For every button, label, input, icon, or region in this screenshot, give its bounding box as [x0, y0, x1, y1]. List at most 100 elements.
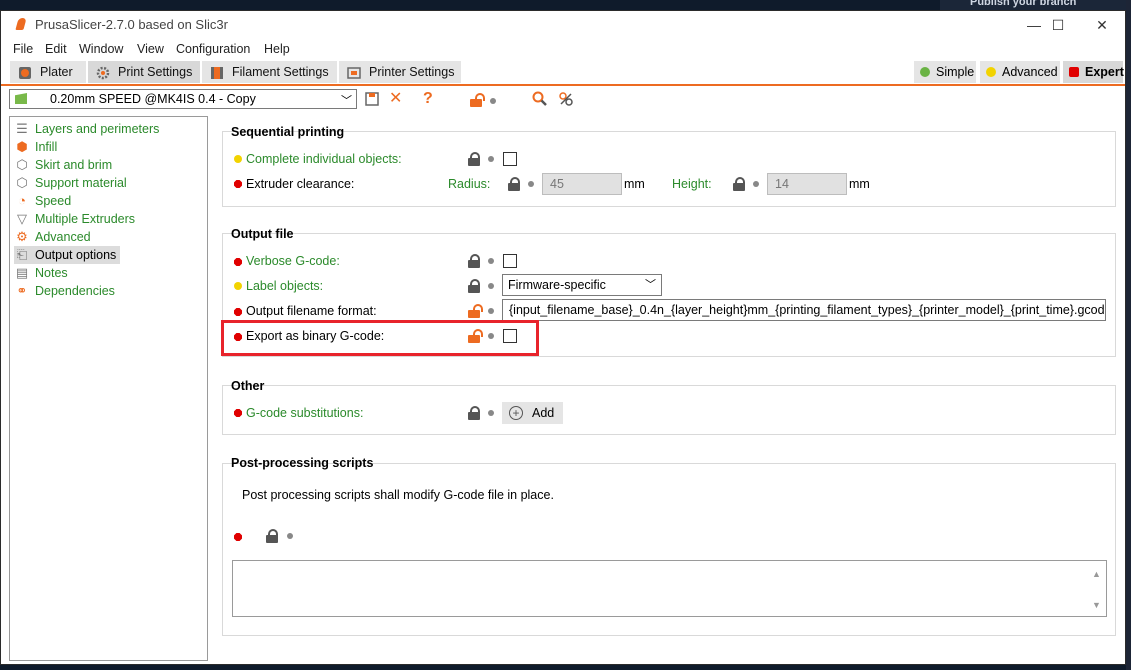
menu-window[interactable]: Window	[79, 42, 123, 56]
default-dot-icon	[488, 156, 494, 162]
sidebar-item-layers[interactable]: ☰ Layers and perimeters	[14, 120, 159, 138]
group-title-output: Output file	[231, 227, 294, 241]
filename-format-input[interactable]: {input_filename_base}_0.4n_{layer_height…	[502, 299, 1106, 321]
label-objects-value: Firmware-specific	[508, 278, 606, 292]
lock-icon[interactable]	[468, 152, 480, 166]
expert-bullet-icon	[234, 533, 242, 541]
tab-bar: Plater Print Settings Filament Settings …	[1, 59, 1125, 86]
preset-name: 0.20mm SPEED @MK4IS 0.4 - Copy	[50, 92, 256, 106]
sidebar-item-label: Multiple Extruders	[35, 212, 136, 226]
save-preset-button[interactable]	[365, 89, 379, 112]
lock-icon[interactable]	[266, 529, 278, 543]
expert-bullet-icon	[234, 258, 242, 266]
group-sequential-printing	[222, 131, 1116, 207]
sidebar-item-label: Advanced	[35, 230, 91, 244]
search-button[interactable]	[532, 89, 548, 113]
height-input[interactable]: 14	[767, 173, 847, 195]
sidebar-item-notes[interactable]: ▤ Notes	[14, 264, 68, 282]
lock-icon[interactable]	[468, 254, 480, 268]
add-substitution-button[interactable]: + Add	[502, 402, 563, 424]
default-dot-icon	[488, 410, 494, 416]
menu-edit[interactable]: Edit	[45, 42, 67, 56]
preset-flag-icon	[15, 93, 27, 104]
dependencies-icon: ⚭	[16, 283, 28, 298]
app-window: PrusaSlicer-2.7.0 based on Slic3r — ☐ ✕ …	[0, 10, 1126, 665]
help-button[interactable]: ?	[423, 89, 433, 109]
mode-simple-button[interactable]: Simple	[914, 61, 976, 83]
unlocked-icon[interactable]	[468, 304, 483, 318]
tab-filament-settings-label: Filament Settings	[232, 65, 329, 79]
compare-presets-button[interactable]	[558, 89, 574, 113]
height-label: Height:	[672, 177, 712, 191]
sidebar-item-support[interactable]: ⬡ Support material	[14, 174, 127, 192]
expert-bullet-icon	[234, 308, 242, 316]
mode-advanced-button[interactable]: Advanced	[980, 61, 1060, 83]
chevron-down-icon: ﹀	[645, 279, 656, 291]
scroll-down-icon[interactable]: ▼	[1092, 600, 1101, 610]
expert-dot-icon	[1069, 67, 1079, 77]
lock-icon[interactable]	[508, 177, 520, 191]
tab-print-settings-label: Print Settings	[118, 65, 193, 79]
tab-printer-settings-label: Printer Settings	[369, 65, 455, 79]
maximize-button[interactable]: ☐	[1035, 11, 1081, 39]
default-dot-icon	[528, 181, 534, 187]
mode-simple-label: Simple	[936, 65, 975, 79]
tab-print-settings[interactable]: Print Settings	[88, 61, 200, 83]
preset-bar: 0.20mm SPEED @MK4IS 0.4 - Copy ﹀ ✕ ?	[1, 88, 1125, 114]
speed-icon: ◔	[18, 193, 26, 208]
close-button[interactable]: ✕	[1079, 11, 1125, 39]
lock-icon[interactable]	[468, 406, 480, 420]
menu-view[interactable]: View	[137, 42, 164, 56]
default-dot-icon	[287, 533, 293, 539]
verbose-gcode-checkbox[interactable]	[503, 254, 517, 268]
advanced-dot-icon	[986, 67, 996, 77]
settings-sidebar: ☰ Layers and perimeters ⬢ Infill ⬡ Skirt…	[9, 116, 208, 661]
filament-spool-icon	[210, 65, 224, 79]
complete-objects-checkbox[interactable]	[503, 152, 517, 166]
radius-input[interactable]: 45	[542, 173, 622, 195]
complete-objects-label: Complete individual objects:	[246, 152, 402, 166]
mode-advanced-label: Advanced	[1002, 65, 1058, 79]
scrollbar[interactable]: ▲ ▼	[1090, 563, 1104, 614]
unlocked-icon[interactable]	[470, 93, 485, 107]
verbose-gcode-label: Verbose G-code:	[246, 254, 340, 268]
label-objects-select[interactable]: Firmware-specific ﹀	[502, 274, 662, 296]
sidebar-item-output[interactable]: ⎗ Output options	[14, 246, 121, 264]
scroll-up-icon[interactable]: ▲	[1092, 569, 1101, 579]
menu-help[interactable]: Help	[264, 42, 290, 56]
infill-icon: ⬢	[16, 139, 28, 154]
layers-icon: ☰	[16, 121, 28, 136]
tab-filament-settings[interactable]: Filament Settings	[202, 61, 337, 83]
simple-dot-icon	[920, 67, 930, 77]
default-dot-icon	[488, 258, 494, 264]
sidebar-item-label: Support material	[35, 176, 127, 190]
tab-plater-label: Plater	[40, 65, 73, 79]
menu-file[interactable]: File	[13, 42, 33, 56]
lock-icon[interactable]	[733, 177, 745, 191]
post-scripts-textarea[interactable]: ▲ ▼	[232, 560, 1107, 617]
window-title: PrusaSlicer-2.7.0 based on Slic3r	[35, 17, 228, 32]
sidebar-item-advanced[interactable]: ⚙ Advanced	[14, 228, 91, 246]
default-dot-icon	[488, 283, 494, 289]
sidebar-item-speed[interactable]: ◔ Speed	[14, 192, 71, 210]
menu-configuration[interactable]: Configuration	[176, 42, 250, 56]
gear-icon	[96, 65, 110, 80]
support-icon: ⬡	[16, 175, 28, 190]
tab-plater[interactable]: Plater	[10, 61, 86, 83]
mode-expert-button[interactable]: Expert	[1063, 61, 1124, 83]
delete-preset-button[interactable]: ✕	[389, 89, 402, 109]
default-dot-icon	[488, 308, 494, 314]
plus-icon: +	[509, 406, 523, 420]
modified-dot-icon	[490, 98, 496, 104]
sidebar-item-infill[interactable]: ⬢ Infill	[14, 138, 57, 156]
sidebar-item-extruders[interactable]: ▽ Multiple Extruders	[14, 210, 135, 228]
preset-select[interactable]: 0.20mm SPEED @MK4IS 0.4 - Copy ﹀	[9, 89, 357, 109]
sidebar-item-dependencies[interactable]: ⚭ Dependencies	[14, 282, 115, 300]
menu-bar: File Edit Window View Configuration Help	[1, 39, 1125, 59]
lock-icon[interactable]	[468, 279, 480, 293]
extruders-icon: ▽	[17, 211, 27, 226]
sidebar-item-skirt[interactable]: ⬡ Skirt and brim	[14, 156, 112, 174]
skirt-icon: ⬡	[16, 157, 28, 172]
default-dot-icon	[753, 181, 759, 187]
tab-printer-settings[interactable]: Printer Settings	[339, 61, 461, 83]
